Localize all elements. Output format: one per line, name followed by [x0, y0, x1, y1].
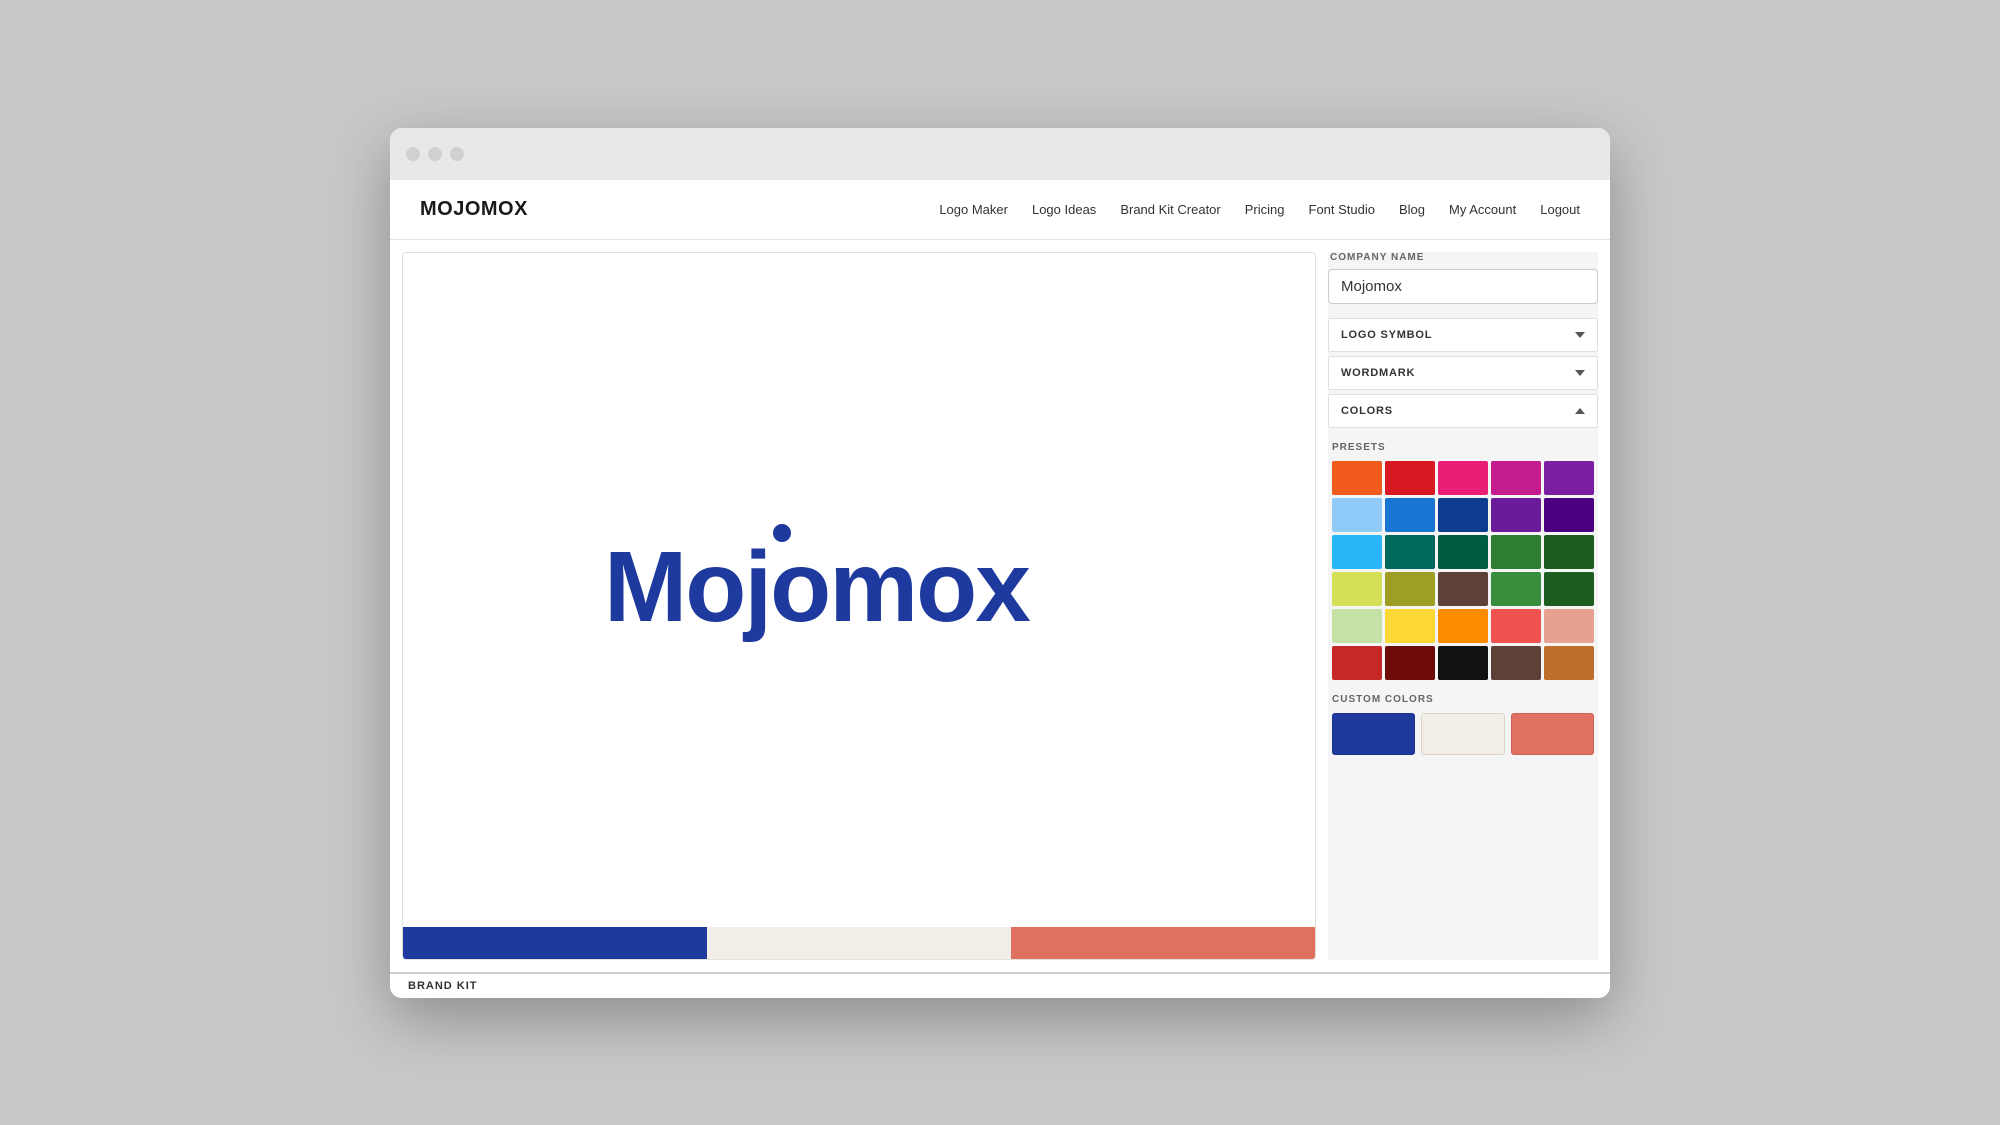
company-name-label: COMPANY NAME: [1328, 252, 1598, 263]
wordmark-accordion[interactable]: WORDMARK: [1328, 356, 1598, 390]
main-area: Mojomox CO: [390, 240, 1610, 972]
preset-swatch-20[interactable]: [1332, 609, 1382, 643]
desktop: MOJOMOX Logo Maker Logo Ideas Brand Kit …: [0, 0, 2000, 1125]
canvas-area: Mojomox: [402, 252, 1316, 960]
preset-swatch-16[interactable]: [1385, 572, 1435, 606]
brand-kit-label: BRAND KIT: [390, 972, 1610, 998]
logo-symbol-accordion[interactable]: LOGO SYMBOL: [1328, 318, 1598, 352]
logo-ideas-link[interactable]: Logo Ideas: [1032, 202, 1096, 217]
brand-logo-svg: Mojomox: [594, 513, 1124, 643]
site-logo[interactable]: MOJOMOX: [420, 198, 528, 221]
brand-kit-creator-link[interactable]: Brand Kit Creator: [1120, 202, 1220, 217]
browser-window: MOJOMOX Logo Maker Logo Ideas Brand Kit …: [390, 128, 1610, 998]
preset-swatch-4[interactable]: [1544, 461, 1594, 495]
browser-chrome: [390, 128, 1610, 180]
color-bar-2: [707, 927, 1011, 959]
browser-content: MOJOMOX Logo Maker Logo Ideas Brand Kit …: [390, 180, 1610, 998]
color-bar-3: [1011, 927, 1315, 959]
preset-swatch-13[interactable]: [1491, 535, 1541, 569]
preset-swatch-19[interactable]: [1544, 572, 1594, 606]
preset-swatch-8[interactable]: [1491, 498, 1541, 532]
preset-swatch-17[interactable]: [1438, 572, 1488, 606]
preset-swatch-28[interactable]: [1491, 646, 1541, 680]
preset-swatch-5[interactable]: [1332, 498, 1382, 532]
preset-swatch-22[interactable]: [1438, 609, 1488, 643]
colors-section: PRESETS: [1328, 432, 1598, 765]
preset-swatch-25[interactable]: [1332, 646, 1382, 680]
preset-swatch-9[interactable]: [1544, 498, 1594, 532]
preset-swatch-12[interactable]: [1438, 535, 1488, 569]
custom-swatch-3[interactable]: [1511, 713, 1594, 755]
close-button[interactable]: [406, 147, 420, 161]
preset-swatch-7[interactable]: [1438, 498, 1488, 532]
pricing-link[interactable]: Pricing: [1245, 202, 1285, 217]
preset-swatch-1[interactable]: [1385, 461, 1435, 495]
colors-chevron-up-icon: [1575, 408, 1585, 414]
custom-colors-row: [1332, 713, 1594, 755]
minimize-button[interactable]: [428, 147, 442, 161]
custom-colors-label: CUSTOM COLORS: [1332, 694, 1594, 705]
brand-logo-display: Mojomox: [594, 513, 1124, 666]
colors-label: COLORS: [1341, 405, 1393, 417]
traffic-lights: [406, 147, 464, 161]
wordmark-label: WORDMARK: [1341, 367, 1415, 379]
colors-accordion[interactable]: COLORS: [1328, 394, 1598, 428]
logo-symbol-label: LOGO SYMBOL: [1341, 329, 1432, 341]
custom-swatch-1[interactable]: [1332, 713, 1415, 755]
blog-link[interactable]: Blog: [1399, 202, 1425, 217]
canvas-color-bar: [403, 927, 1315, 959]
preset-swatch-21[interactable]: [1385, 609, 1435, 643]
custom-swatch-2[interactable]: [1421, 713, 1504, 755]
canvas-main: Mojomox: [403, 253, 1315, 927]
nav-links: Logo Maker Logo Ideas Brand Kit Creator …: [939, 202, 1580, 217]
preset-swatch-24[interactable]: [1544, 609, 1594, 643]
preset-swatch-11[interactable]: [1385, 535, 1435, 569]
preset-swatch-14[interactable]: [1544, 535, 1594, 569]
preset-swatch-15[interactable]: [1332, 572, 1382, 606]
preset-swatch-0[interactable]: [1332, 461, 1382, 495]
presets-color-grid: [1332, 461, 1594, 680]
logout-link[interactable]: Logout: [1540, 202, 1580, 217]
preset-swatch-29[interactable]: [1544, 646, 1594, 680]
preset-swatch-27[interactable]: [1438, 646, 1488, 680]
wordmark-chevron-down-icon: [1575, 370, 1585, 376]
preset-swatch-23[interactable]: [1491, 609, 1541, 643]
preset-swatch-26[interactable]: [1385, 646, 1435, 680]
svg-text:Mojomox: Mojomox: [604, 531, 1030, 643]
navbar: MOJOMOX Logo Maker Logo Ideas Brand Kit …: [390, 180, 1610, 240]
preset-swatch-6[interactable]: [1385, 498, 1435, 532]
company-name-input[interactable]: [1328, 269, 1598, 304]
presets-label: PRESETS: [1332, 442, 1594, 453]
maximize-button[interactable]: [450, 147, 464, 161]
sidebar: COMPANY NAME LOGO SYMBOL WORDMARK: [1328, 252, 1598, 960]
company-name-section: COMPANY NAME: [1328, 252, 1598, 318]
preset-swatch-18[interactable]: [1491, 572, 1541, 606]
preset-swatch-2[interactable]: [1438, 461, 1488, 495]
preset-swatch-3[interactable]: [1491, 461, 1541, 495]
logo-maker-link[interactable]: Logo Maker: [939, 202, 1008, 217]
color-bar-1: [403, 927, 707, 959]
logo-symbol-chevron-down-icon: [1575, 332, 1585, 338]
font-studio-link[interactable]: Font Studio: [1309, 202, 1376, 217]
my-account-link[interactable]: My Account: [1449, 202, 1516, 217]
preset-swatch-10[interactable]: [1332, 535, 1382, 569]
